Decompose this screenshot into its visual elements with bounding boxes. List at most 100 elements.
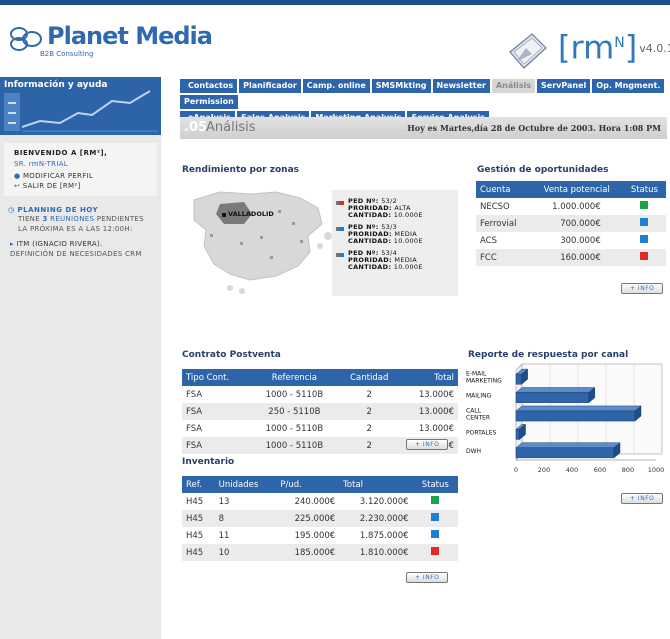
postventa-more-button[interactable]: + INFO bbox=[406, 439, 449, 450]
status-indicator bbox=[431, 496, 440, 504]
unidades-cell: 8 bbox=[214, 510, 277, 527]
referencia-cell: 1000 - 5110B bbox=[250, 437, 339, 454]
table-row[interactable]: ACS 300.000€ bbox=[476, 232, 666, 249]
tab-planificador[interactable]: Planificador bbox=[239, 79, 301, 93]
total-cell: 13.000€ bbox=[418, 423, 454, 434]
oportunidades-more-button[interactable]: + INFO bbox=[621, 283, 664, 294]
table-row[interactable]: FSA 250 - 5110B 2 13.000€ bbox=[182, 403, 458, 420]
legend-marker bbox=[336, 253, 344, 257]
table-row[interactable]: H45 8 225.000€ 2.230.000€ bbox=[182, 510, 458, 527]
legend-label-cantidad: CANTIDAD: bbox=[348, 237, 392, 245]
zonas-legend: PED Nº: 53/2 PRORIDAD: ALTA CANTIDAD: 10.0… bbox=[332, 190, 458, 296]
legend-value-cantidad: 10.000E bbox=[393, 237, 423, 245]
column-header[interactable]: Status bbox=[622, 181, 666, 198]
tipo-cell: FSA bbox=[186, 389, 203, 400]
meetings-link[interactable]: REUNIONES bbox=[50, 215, 94, 223]
referencia-cell: 250 - 5110B bbox=[250, 403, 339, 420]
status-indicator bbox=[640, 235, 649, 243]
legend-label-cantidad: CANTIDAD: bbox=[348, 263, 392, 271]
tab-smsmkting[interactable]: SMSMkting bbox=[371, 79, 431, 93]
brand-name: Planet Media bbox=[47, 22, 213, 50]
status-indicator bbox=[431, 530, 440, 538]
y-tick-label: CENTER bbox=[466, 415, 490, 422]
inventario-more-button[interactable]: + INFO bbox=[406, 572, 449, 583]
logout-link[interactable]: ↩ SALIR DE [RM²] bbox=[14, 182, 147, 190]
table-row[interactable]: FSA 1000 - 5110B 2 13.000€ bbox=[182, 386, 458, 403]
tab-an-lisis[interactable]: Análisis bbox=[491, 79, 536, 93]
column-header[interactable]: Ref. bbox=[182, 476, 215, 493]
tab-permission[interactable]: Permission bbox=[180, 95, 238, 109]
column-header[interactable]: Total bbox=[339, 476, 413, 493]
x-tick-label: 200 bbox=[538, 466, 550, 474]
tab-contactos[interactable]: Contactos bbox=[180, 79, 238, 93]
table-row[interactable]: H45 10 185.000€ 1.810.000€ bbox=[182, 544, 458, 561]
legend-text: PED Nº: 53/2 PRORIDAD: ALTA CANTIDAD: 10.0… bbox=[348, 198, 423, 219]
planning-text-3: LA PRÓXIMA ES A LAS 12:00H: bbox=[18, 225, 133, 233]
logout-label: SALIR DE [RM²] bbox=[22, 182, 81, 190]
sidebar-header: Información y ayuda bbox=[0, 77, 161, 135]
status-cell bbox=[413, 493, 458, 510]
status-cell bbox=[623, 232, 666, 249]
reporte-more-button[interactable]: + INFO bbox=[621, 493, 664, 504]
tab-newsletter[interactable]: Newsletter bbox=[432, 79, 490, 93]
bar bbox=[515, 447, 615, 459]
legend-value-cantidad: 10.000E bbox=[393, 211, 423, 219]
pud-cell: 240.000€ bbox=[294, 496, 336, 507]
column-header[interactable]: Tipo Cont. bbox=[182, 369, 251, 386]
product-name-base: [rm bbox=[558, 28, 615, 67]
column-header[interactable]: Status bbox=[412, 476, 458, 493]
bar bbox=[515, 392, 590, 403]
cuenta-cell: FCC bbox=[476, 249, 531, 266]
column-header[interactable]: P/ud. bbox=[276, 476, 340, 493]
x-tick-label: 800 bbox=[622, 466, 634, 474]
cantidad-cell: 2 bbox=[338, 403, 401, 420]
tab-camp-online[interactable]: Camp. online bbox=[302, 79, 370, 93]
legend-marker bbox=[336, 227, 344, 231]
meeting-item[interactable]: ▸ ITM (IGNACIO RIVERA). DEFINICIÓN DE NE… bbox=[10, 239, 153, 259]
table-row[interactable]: FSA 1000 - 5110B 2 13.000€ bbox=[182, 420, 458, 437]
column-header[interactable]: Total bbox=[400, 369, 458, 386]
total-cell: 13.000€ bbox=[418, 389, 454, 400]
modify-profile-label: MODIFICAR PERFIL bbox=[22, 172, 94, 180]
pud-cell: 225.000€ bbox=[276, 510, 340, 527]
tipo-cell: FSA bbox=[182, 437, 251, 454]
table-row[interactable]: NECSO 1.000.000€ bbox=[476, 198, 666, 215]
inventario-title: Inventario bbox=[182, 457, 235, 467]
sidebar: Información y ayuda BIENVENIDO A [RM²], … bbox=[0, 77, 161, 639]
column-header[interactable]: Cuenta bbox=[476, 181, 531, 198]
zonas-title: Rendimiento por zonas bbox=[182, 165, 300, 175]
column-header[interactable]: Cantidad bbox=[338, 369, 401, 386]
column-header[interactable]: Referencia bbox=[250, 369, 339, 386]
section-header: .05 Análisis Hoy es Martes,día 28 de Oct… bbox=[180, 117, 667, 139]
planning-title: PLANNING DE HOY bbox=[17, 206, 99, 214]
channel-response-chart: 0 200 400 600 800 1000 E-MAILMARKETING MAILING C… bbox=[466, 363, 664, 474]
table-row[interactable]: H45 11 195.000€ 1.875.000€ bbox=[182, 527, 458, 544]
table-row[interactable]: H45 13 240.000€ 3.120.000€ bbox=[182, 493, 458, 510]
table-row[interactable]: FCC 160.000€ bbox=[476, 249, 666, 266]
rmn-product-logo: [rmN] v4.0.1 bbox=[506, 28, 670, 72]
version-label: v4.0.1 bbox=[639, 42, 670, 55]
tab-servpanel[interactable]: ServPanel bbox=[537, 79, 591, 93]
status-cell bbox=[412, 544, 458, 561]
status-indicator bbox=[431, 547, 440, 555]
reporte-title: Reporte de respuesta por canal bbox=[468, 350, 629, 360]
tab-op-mngment[interactable]: Op. Mngment. bbox=[592, 79, 665, 93]
pud-cell: 185.000€ bbox=[276, 544, 340, 561]
y-tick-label: E-MAIL bbox=[466, 371, 487, 378]
y-tick-label: MAILING bbox=[466, 393, 492, 400]
user-name[interactable]: SR. rmN-TRIAL bbox=[14, 160, 147, 168]
status-cell bbox=[622, 249, 666, 266]
bar bbox=[515, 373, 522, 385]
current-date: Hoy es Martes,día 28 de Octubre de 2003.… bbox=[407, 123, 661, 133]
column-header[interactable]: Unidades bbox=[214, 476, 277, 493]
legend-marker bbox=[336, 201, 344, 205]
legend-item: PED Nº: 53/2 PRORIDAD: ALTA CANTIDAD: 10.0… bbox=[336, 198, 454, 219]
legend-item: PED Nº: 53/3 PRORIDAD: MEDIA CANTIDAD: 10.… bbox=[336, 224, 454, 245]
ref-cell: H45 bbox=[186, 530, 204, 541]
column-header[interactable]: Venta potencial bbox=[530, 181, 623, 198]
table-row[interactable]: Ferrovial 700.000€ bbox=[476, 215, 666, 232]
modify-profile-link[interactable]: ● MODIFICAR PERFIL bbox=[14, 172, 147, 180]
status-indicator bbox=[640, 201, 649, 209]
legend-item: PED Nº: 53/4 PRORIDAD: MEDIA CANTIDAD: 10.… bbox=[336, 250, 454, 271]
planet-media-logo[interactable]: Planet Media bbox=[8, 22, 213, 52]
